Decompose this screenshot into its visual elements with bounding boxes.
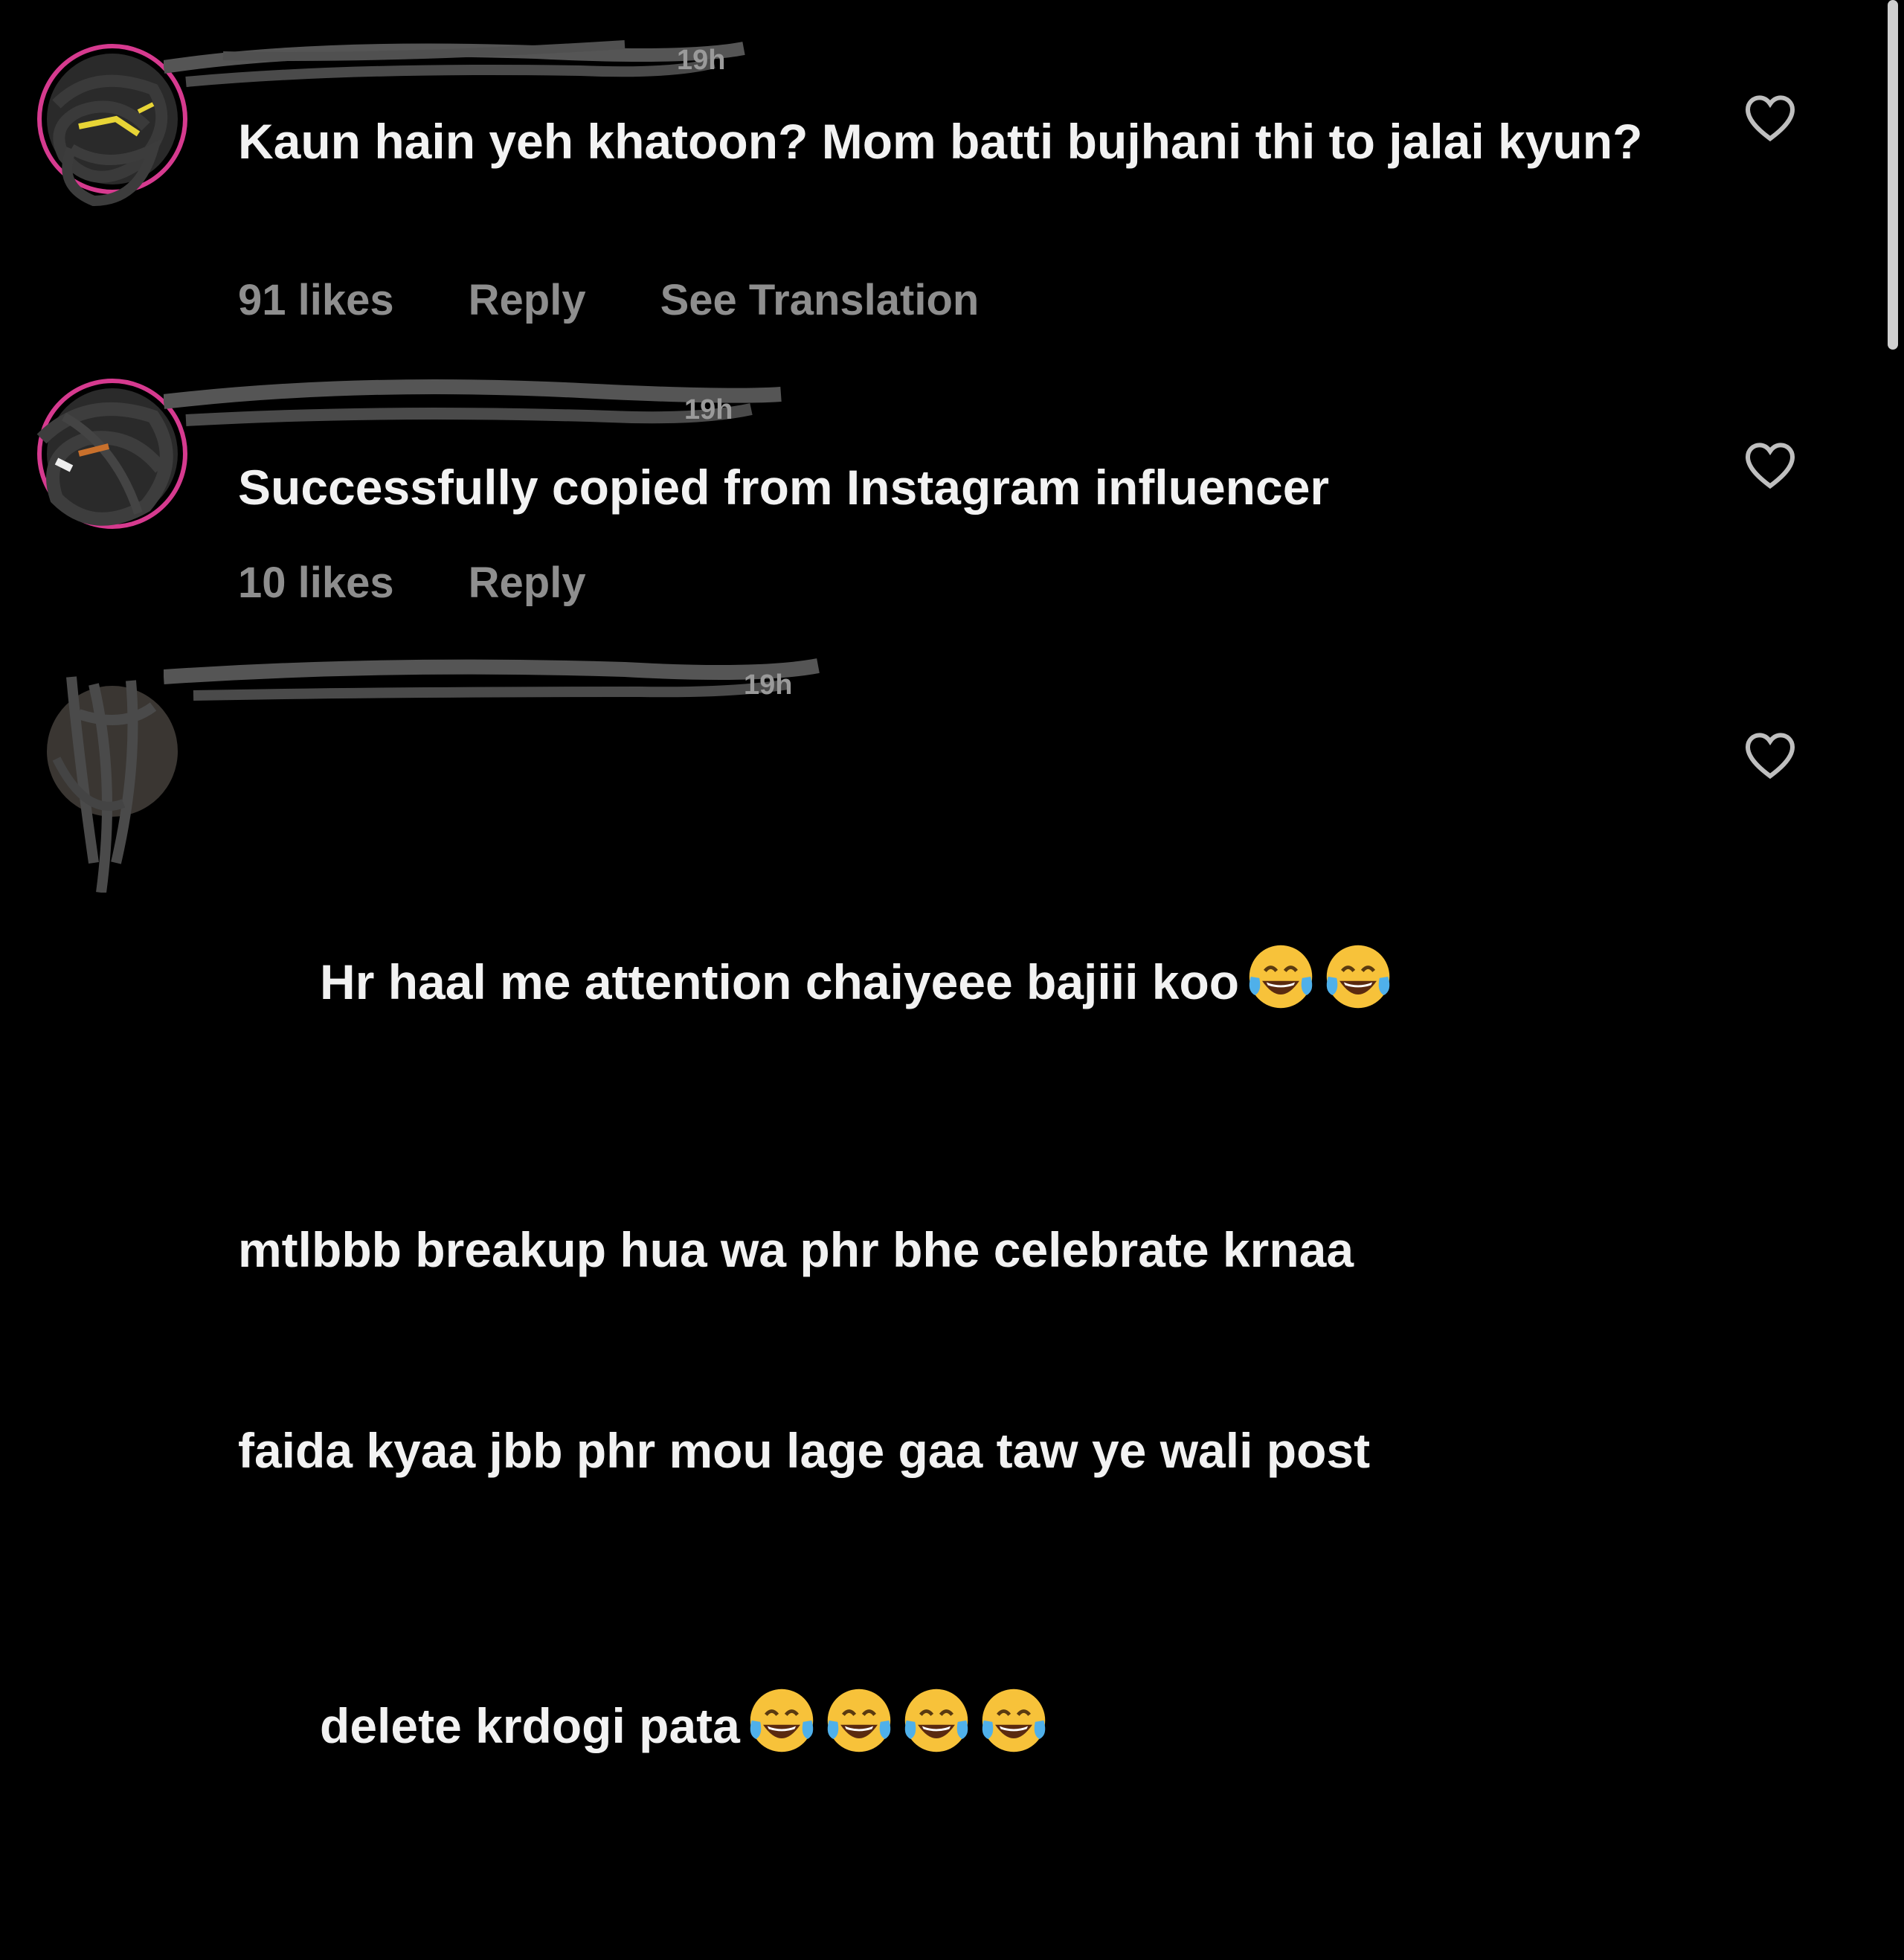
face-with-tears-of-joy-icon <box>1326 945 1390 1009</box>
redacted-username <box>164 658 820 701</box>
comment-time: 19h <box>744 669 793 701</box>
comment-text-line: mtlbbb breakup hua wa phr bhe celebrate … <box>238 1222 1354 1277</box>
face-with-tears-of-joy-icon <box>904 1689 968 1752</box>
comment-text: Kaun hain yeh khatoon? Mom batti bujhani… <box>238 114 1643 169</box>
face-with-tears-of-joy-icon <box>1249 945 1313 1009</box>
comment-text-line: faida kyaa jbb phr mou lage gaa taw ye w… <box>238 1423 1371 1478</box>
face-with-tears-of-joy-icon <box>982 1689 1046 1752</box>
heart-outline-icon[interactable] <box>1740 725 1800 785</box>
reply-button[interactable]: Reply <box>469 275 586 325</box>
see-translation-button[interactable]: See Translation <box>660 275 980 325</box>
comment-text: Successfully copied from Instagram influ… <box>238 460 1330 515</box>
comments-screen: { "comments": [ { "time": "19h", "text":… <box>0 0 1904 1753</box>
comment-actions: 91 likes Reply See Translation <box>238 275 1053 325</box>
scrollbar[interactable] <box>1888 0 1898 350</box>
username-row: 19h <box>164 37 833 87</box>
reply-button[interactable]: Reply <box>469 558 586 608</box>
comment-actions: 10 likes Reply <box>238 558 660 608</box>
face-with-tears-of-joy-icon <box>750 1689 814 1752</box>
username-row: 19h <box>164 379 833 426</box>
comment-text-line: delete krdogi pata <box>238 1618 1651 1826</box>
heart-outline-icon[interactable] <box>1740 435 1800 495</box>
likes-count[interactable]: 91 likes <box>238 275 394 325</box>
comment-time: 19h <box>677 45 726 76</box>
comment-text-line: Hr haal me attention chaiyeee bajiii koo <box>238 874 1651 1082</box>
username-row: 19h <box>164 655 833 701</box>
likes-count[interactable]: 10 likes <box>238 558 394 608</box>
heart-outline-icon[interactable] <box>1740 88 1800 147</box>
comment-time: 19h <box>684 394 733 425</box>
face-with-tears-of-joy-icon <box>827 1689 891 1752</box>
comment-text: Hr haal me attention chaiyeee bajiii koo… <box>238 740 1651 1960</box>
redacted-username <box>164 40 745 87</box>
